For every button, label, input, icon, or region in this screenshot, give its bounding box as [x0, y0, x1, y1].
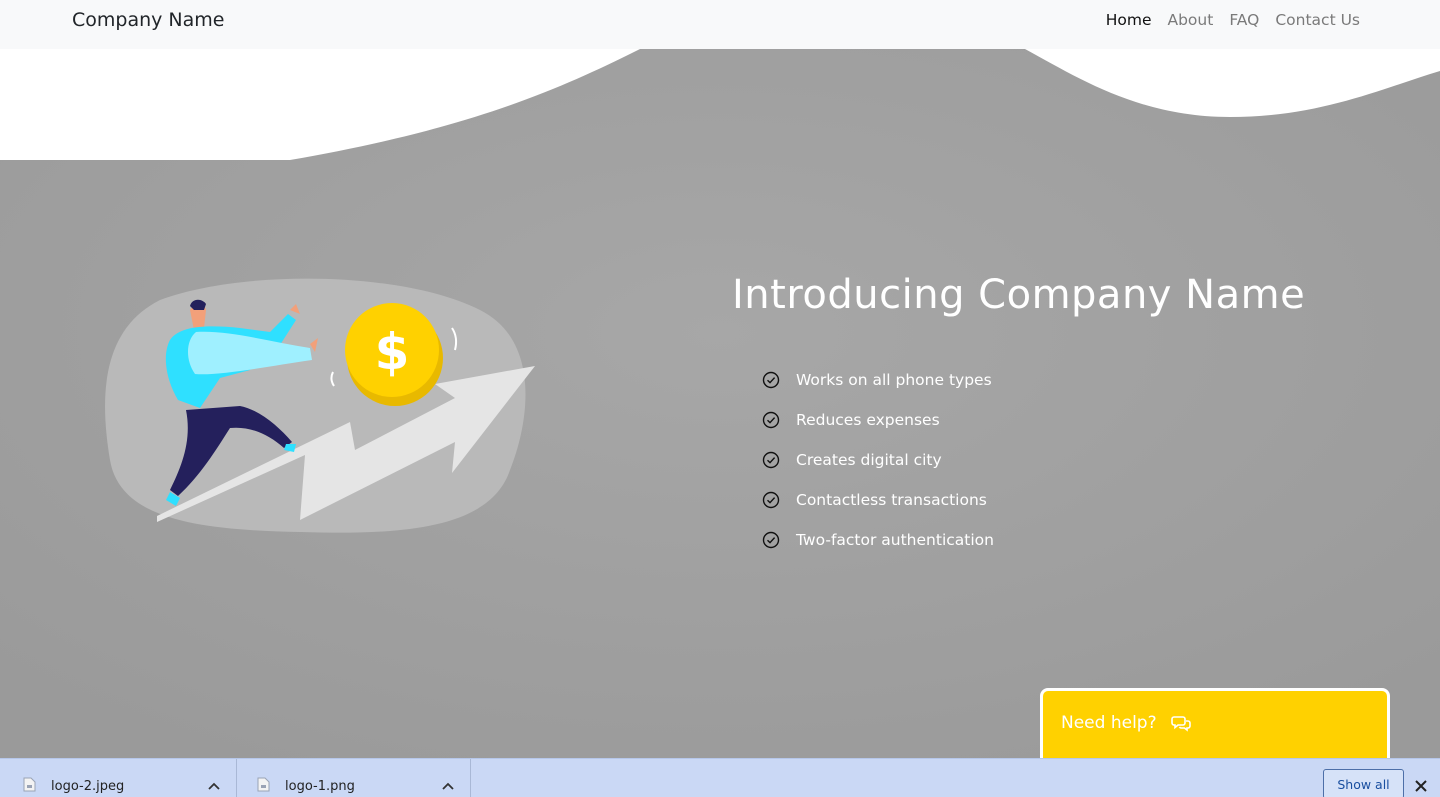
check-circle-icon [762, 451, 780, 469]
need-help-label: Need help? [1061, 713, 1157, 733]
close-icon[interactable] [1414, 779, 1428, 793]
show-all-button[interactable]: Show all [1323, 769, 1404, 797]
download-filename: logo-2.jpeg [51, 779, 125, 794]
hero-headline: Introducing Company Name [732, 272, 1306, 318]
list-item: Contactless transactions [762, 480, 994, 520]
person-running-growth-arrow-coin-illustration: $ [105, 278, 535, 533]
download-bar: logo-2.jpeg logo-1.png Show all [0, 758, 1440, 797]
feature-text: Works on all phone types [796, 371, 992, 389]
check-circle-icon [762, 371, 780, 389]
file-icon [257, 777, 270, 792]
file-icon [23, 777, 36, 792]
growth-illustration: $ [100, 270, 550, 560]
download-item[interactable]: logo-1.png [237, 759, 471, 797]
nav-link-home[interactable]: Home [1106, 11, 1152, 29]
list-item: Reduces expenses [762, 400, 994, 440]
chevron-up-icon[interactable] [208, 781, 220, 791]
nav-link-contact[interactable]: Contact Us [1275, 11, 1360, 29]
chevron-up-icon[interactable] [442, 781, 454, 791]
navbar: Company Name Home About FAQ Contact Us [0, 0, 1440, 49]
feature-text: Two-factor authentication [796, 531, 994, 549]
download-filename: logo-1.png [285, 779, 355, 794]
nav-link-about[interactable]: About [1167, 11, 1213, 29]
need-help-button[interactable]: Need help? [1040, 688, 1390, 758]
chat-bubbles-icon [1171, 716, 1191, 732]
nav-link-faq[interactable]: FAQ [1229, 11, 1259, 29]
feature-text: Reduces expenses [796, 411, 940, 429]
list-item: Creates digital city [762, 440, 994, 480]
svg-text:$: $ [375, 323, 410, 381]
check-circle-icon [762, 531, 780, 549]
brand-logo-text[interactable]: Company Name [72, 9, 224, 31]
feature-text: Contactless transactions [796, 491, 987, 509]
download-item[interactable]: logo-2.jpeg [3, 759, 237, 797]
list-item: Works on all phone types [762, 360, 994, 400]
nav-links: Home About FAQ Contact Us [1106, 11, 1360, 29]
feature-text: Creates digital city [796, 451, 942, 469]
feature-list: Works on all phone types Reduces expense… [762, 360, 994, 560]
check-circle-icon [762, 491, 780, 509]
list-item: Two-factor authentication [762, 520, 994, 560]
check-circle-icon [762, 411, 780, 429]
